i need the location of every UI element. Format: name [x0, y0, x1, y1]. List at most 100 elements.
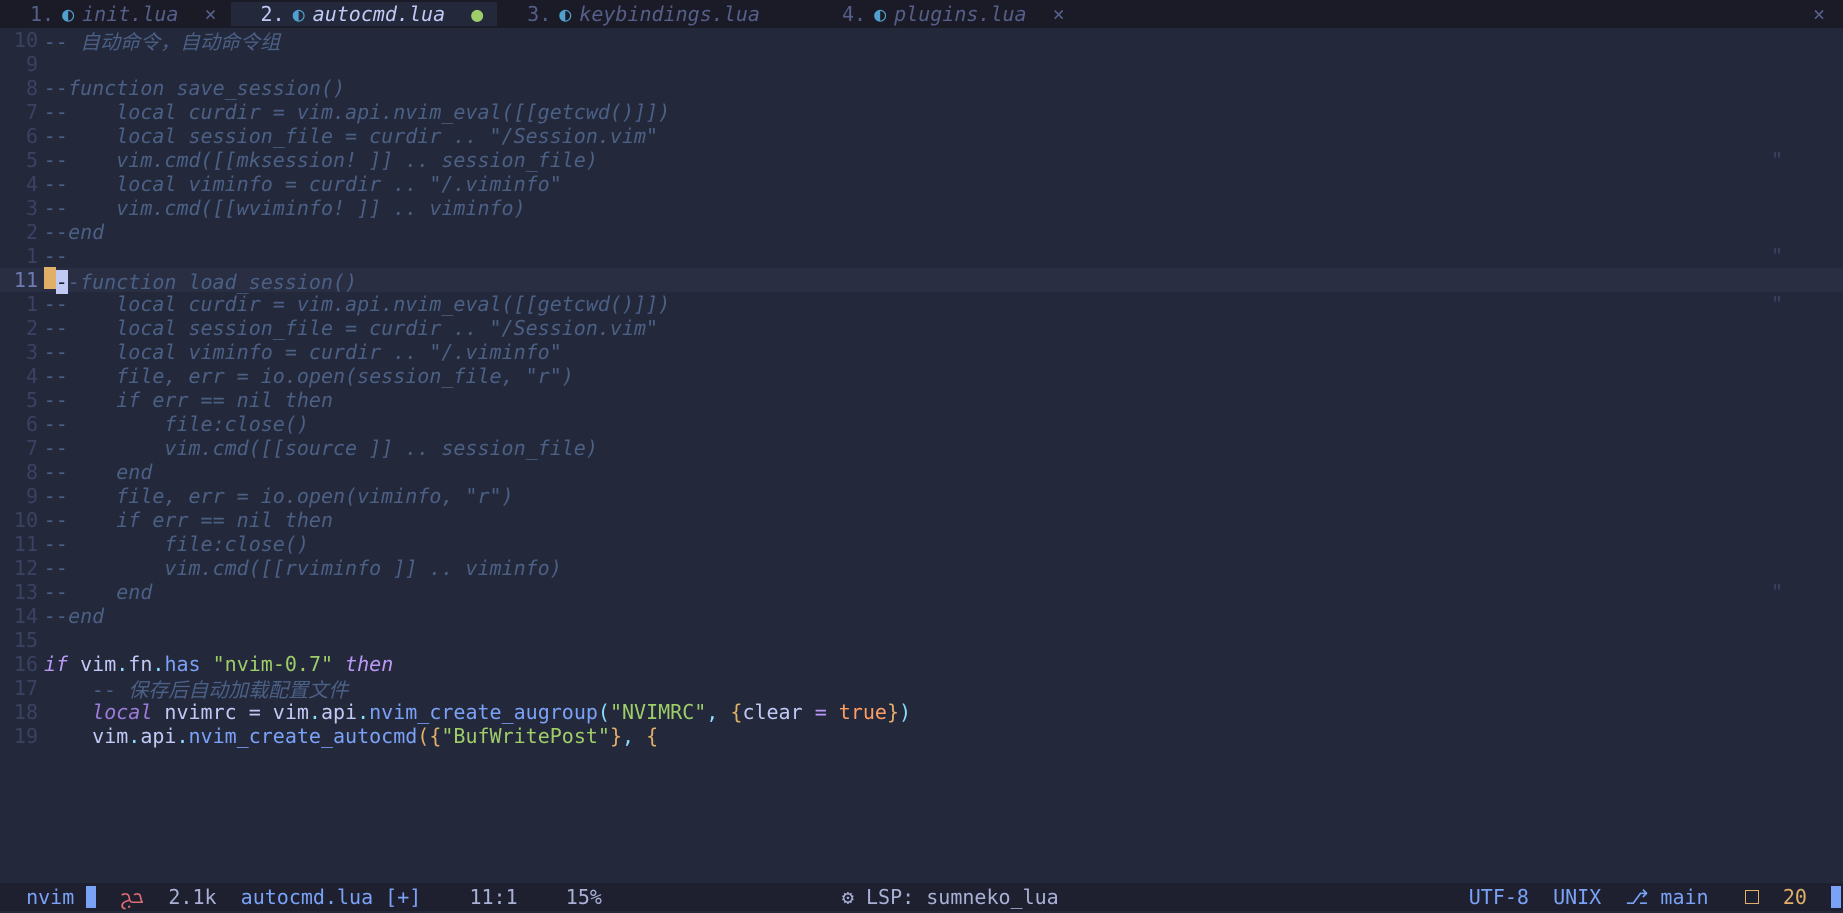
filename-label: autocmd.lua: [241, 885, 373, 909]
code-line[interactable]: 3-- local viminfo = curdir .. "/.viminfo…: [0, 340, 1843, 364]
line-number: 3: [0, 340, 44, 364]
code-content: -- vim.cmd([[mksession! ]] .. session_fi…: [44, 148, 598, 172]
line-number: 6: [0, 124, 44, 148]
code-line[interactable]: 6-- local session_file = curdir .. "/Ses…: [0, 124, 1843, 148]
line-number: 10: [0, 28, 44, 52]
mode-indicator: [2, 885, 26, 909]
line-number: 9: [0, 484, 44, 508]
code-content: -- file, err = io.open(session_file, "r"…: [44, 364, 574, 388]
code-content: if vim.fn.has "nvim-0.7" then: [44, 652, 393, 676]
tab-filename: plugins.lua: [894, 2, 1026, 26]
code-line[interactable]: 3-- vim.cmd([[wviminfo! ]] .. viminfo): [0, 196, 1843, 220]
line-number: 8: [0, 76, 44, 100]
code-content: -- file:close(): [44, 412, 309, 436]
code-content: -- if err == nil then: [44, 508, 333, 532]
tab-autocmd-lua[interactable]: 2.◐autocmd.lua●: [231, 2, 498, 26]
code-line[interactable]: 12-- vim.cmd([[rviminfo ]] .. viminfo): [0, 556, 1843, 580]
code-content: -- local curdir = vim.api.nvim_eval([[ge…: [44, 100, 670, 124]
code-line[interactable]: 8--function save_session(): [0, 76, 1843, 100]
git-branch-icon: ⎇: [1625, 885, 1660, 909]
code-line[interactable]: 11--function load_session(): [0, 268, 1843, 292]
code-line[interactable]: 17 -- 保存后自动加载配置文件: [0, 676, 1843, 700]
code-line[interactable]: 4-- local viminfo = curdir .. "/.viminfo…: [0, 172, 1843, 196]
code-content: -- if err == nil then: [44, 388, 333, 412]
code-content: --function load_session(): [44, 267, 357, 294]
line-number: 6: [0, 412, 44, 436]
mode-label: nvim: [26, 885, 74, 909]
code-line[interactable]: 8-- end: [0, 460, 1843, 484]
code-line[interactable]: 5-- vim.cmd([[mksession! ]] .. session_f…: [0, 148, 1843, 172]
line-number: 10: [0, 508, 44, 532]
code-line[interactable]: 13-- end": [0, 580, 1843, 604]
code-line[interactable]: 9-- file, err = io.open(viminfo, "r"): [0, 484, 1843, 508]
line-number: 4: [0, 364, 44, 388]
close-icon[interactable]: ×: [1035, 2, 1065, 26]
code-line[interactable]: 1-- local curdir = vim.api.nvim_eval([[g…: [0, 292, 1843, 316]
code-line[interactable]: 2-- local session_file = curdir .. "/Ses…: [0, 316, 1843, 340]
code-line[interactable]: 18 local nvimrc = vim.api.nvim_create_au…: [0, 700, 1843, 724]
code-line[interactable]: 11-- file:close(): [0, 532, 1843, 556]
code-line[interactable]: 7-- local curdir = vim.api.nvim_eval([[g…: [0, 100, 1843, 124]
line-number: 19: [0, 724, 44, 748]
code-line[interactable]: 16if vim.fn.has "nvim-0.7" then: [0, 652, 1843, 676]
tab-init-lua[interactable]: 1.◐init.lua×: [0, 2, 231, 26]
line-number: 4: [0, 172, 44, 196]
mode-separator: [86, 886, 96, 908]
line-number: 18: [0, 700, 44, 724]
code-line[interactable]: 19 vim.api.nvim_create_autocmd({"BufWrit…: [0, 724, 1843, 748]
code-content: --end: [44, 220, 104, 244]
code-line[interactable]: 10-- if err == nil then: [0, 508, 1843, 532]
status-line: nvim ﰗ 2.1k autocmd.lua [+] 11:1 15% ⚙ L…: [0, 883, 1843, 911]
line-number: 1: [0, 244, 44, 268]
tab-keybindings-lua[interactable]: 3.◐keybindings.lua: [497, 2, 812, 26]
close-icon[interactable]: ×: [186, 2, 216, 26]
virtual-text: ": [1771, 148, 1843, 172]
code-line[interactable]: 4-- file, err = io.open(session_file, "r…: [0, 364, 1843, 388]
code-line[interactable]: 15: [0, 628, 1843, 652]
code-line[interactable]: 7-- vim.cmd([[source ]] .. session_file): [0, 436, 1843, 460]
tab-line: 1.◐init.lua× 2. ◐ autocmd.lua ● 3.◐keybinding…: [0, 0, 1843, 28]
line-number: 15: [0, 628, 44, 652]
code-content: --end: [44, 604, 104, 628]
code-content: -- vim.cmd([[wviminfo! ]] .. viminfo): [44, 196, 526, 220]
code-content: -- local viminfo = curdir .. "/.viminfo": [44, 340, 562, 364]
code-line[interactable]: 6-- file:close(): [0, 412, 1843, 436]
cursor-position: 11:1: [469, 885, 517, 909]
line-number: 2: [0, 220, 44, 244]
code-content: -- vim.cmd([[source ]] .. session_file): [44, 436, 598, 460]
line-number: 11: [0, 532, 44, 556]
scroll-percent: 15%: [566, 885, 602, 909]
tab-filename: autocmd.lua: [313, 2, 445, 26]
code-content: -- file, err = io.open(viminfo, "r"): [44, 484, 514, 508]
code-line[interactable]: 1--": [0, 244, 1843, 268]
tab-number: 3.: [527, 2, 551, 26]
tab-plugins-lua[interactable]: 4. ◐ plugins.lua ×: [812, 2, 1079, 26]
git-diff-count: 2.1k: [168, 885, 216, 909]
lua-icon: ◐: [874, 2, 886, 26]
code-content: -- local session_file = curdir .. "/Sess…: [44, 124, 658, 148]
close-all-icon[interactable]: ×: [1813, 2, 1843, 26]
code-content: -- local viminfo = curdir .. "/.viminfo": [44, 172, 562, 196]
virtual-text: ": [1771, 292, 1843, 316]
code-content: vim.api.nvim_create_autocmd({"BufWritePo…: [44, 724, 658, 748]
code-line[interactable]: 14--end: [0, 604, 1843, 628]
diagnostic-warn-icon: [1745, 890, 1759, 904]
virtual-text: ": [1771, 580, 1843, 604]
line-number: 1: [0, 292, 44, 316]
line-number: 16: [0, 652, 44, 676]
code-line[interactable]: 2--end: [0, 220, 1843, 244]
code-line[interactable]: 5-- if err == nil then: [0, 388, 1843, 412]
code-content: --function save_session(): [44, 76, 345, 100]
line-number: 17: [0, 676, 44, 700]
line-number: 9: [0, 52, 44, 76]
code-line[interactable]: 10-- 自动命令，自动命令组: [0, 28, 1843, 52]
git-dirty-icon: ﰗ: [120, 878, 144, 913]
file-format: UNIX: [1553, 885, 1601, 909]
editor-area[interactable]: 10-- 自动命令，自动命令组98--function save_session…: [0, 28, 1843, 883]
line-number: 11: [0, 268, 44, 292]
tab-number: 4.: [842, 2, 866, 26]
code-content: -- 保存后自动加载配置文件: [44, 674, 348, 703]
modified-icon[interactable]: ●: [453, 2, 483, 26]
code-line[interactable]: 9: [0, 52, 1843, 76]
tab-number: 2.: [261, 2, 285, 26]
